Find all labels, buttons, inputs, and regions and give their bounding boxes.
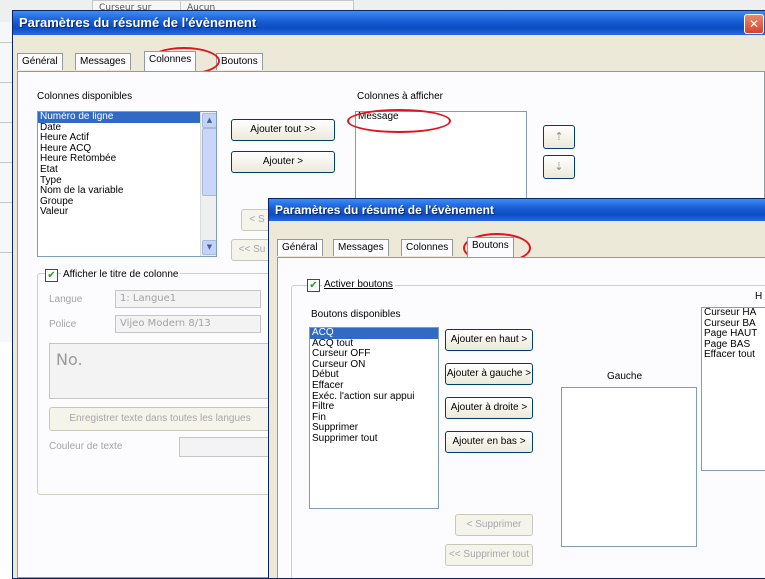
annotation-circle (347, 109, 451, 133)
text-color-picker[interactable] (179, 437, 271, 457)
add-top-button[interactable]: Ajouter en haut > (445, 329, 533, 351)
tab-columns[interactable]: Colonnes (144, 51, 197, 71)
tab-buttons[interactable]: Boutons (467, 237, 514, 257)
dialog-title[interactable]: Paramètres du résumé de l'évènement (13, 11, 765, 35)
move-up-icon[interactable]: ⇡ (543, 125, 575, 149)
language-label: Langue (49, 294, 83, 305)
activate-buttons-label: Activer boutons (322, 279, 395, 290)
font-label: Police (49, 319, 77, 330)
activate-buttons-checkbox[interactable]: ✔ (307, 279, 320, 292)
font-select[interactable]: Vijeo Modern 8/13 (115, 315, 261, 333)
language-select[interactable]: 1: Langue1 (115, 290, 261, 308)
add-left-button[interactable]: Ajouter à gauche > (445, 363, 533, 385)
add-right-button[interactable]: Ajouter à droite > (445, 397, 533, 419)
dialog-title-text: Paramètres du résumé de l'évènement (275, 203, 494, 217)
list-item[interactable]: Heure Retombée (38, 154, 216, 165)
close-icon[interactable]: ✕ (744, 14, 764, 34)
list-item[interactable]: Numéro de ligne (38, 112, 216, 123)
tab-general[interactable]: Général (17, 53, 63, 70)
scroll-up-icon[interactable]: ▲ (202, 113, 216, 128)
list-item[interactable]: Curseur HA (702, 308, 765, 319)
top-label: H (755, 291, 763, 302)
available-buttons-list[interactable]: ACQ ACQ tout Curseur OFF Curseur ON Débu… (309, 327, 439, 509)
list-item[interactable]: Filtre (310, 402, 438, 413)
remove-all-button[interactable]: << Su (231, 239, 273, 261)
tab-general[interactable]: Général (277, 239, 323, 256)
left-label: Gauche (607, 371, 643, 382)
tab-bar: Général Messages Colonnes Boutons (17, 51, 317, 71)
list-item[interactable]: ACQ (310, 328, 438, 339)
show-title-label: Afficher le titre de colonne (61, 269, 181, 280)
add-button[interactable]: Ajouter > (231, 151, 335, 173)
available-columns-label: Colonnes disponibles (37, 91, 133, 102)
list-item[interactable]: Supprimer tout (310, 433, 438, 445)
remove-button[interactable]: < Supprimer (455, 514, 533, 536)
list-item[interactable]: Effacer tout (702, 350, 765, 361)
list-item[interactable]: Effacer (310, 380, 438, 392)
shown-columns-label: Colonnes à afficher (357, 91, 443, 102)
scroll-down-icon[interactable]: ▼ (202, 240, 216, 255)
remove-all-button[interactable]: << Supprimer tout (445, 544, 533, 566)
top-buttons-list[interactable]: Curseur HA Curseur BA Page HAUT Page BAS… (701, 307, 765, 471)
available-columns-list[interactable]: Numéro de ligne Date Heure Actif Heure A… (37, 111, 217, 257)
available-buttons-label: Boutons disponibles (311, 309, 401, 320)
list-item[interactable]: Etat (38, 164, 216, 176)
move-down-icon[interactable]: ⇣ (543, 155, 575, 179)
dialog-title-text: Paramètres du résumé de l'évènement (19, 15, 257, 30)
tab-messages[interactable]: Messages (333, 239, 389, 256)
tab-messages[interactable]: Messages (75, 53, 131, 70)
scroll-thumb[interactable] (202, 128, 216, 196)
scrollbar[interactable]: ▲ ▼ (200, 112, 216, 256)
text-color-label: Couleur de texte (49, 441, 123, 452)
add-bottom-button[interactable]: Ajouter en bas > (445, 431, 533, 453)
list-item[interactable]: Valeur (38, 207, 216, 218)
save-all-languages-button[interactable]: Enregistrer texte dans toutes les langue… (49, 407, 271, 431)
tab-columns[interactable]: Colonnes (401, 239, 454, 256)
tab-bar: Général Messages Colonnes Boutons (277, 237, 537, 257)
left-buttons-list[interactable] (561, 387, 697, 547)
dialog-buttons: Paramètres du résumé de l'évènement Géné… (268, 198, 765, 579)
tab-buttons[interactable]: Boutons (216, 53, 263, 70)
show-title-checkbox[interactable]: ✔ (45, 269, 58, 282)
preview-text: No. (49, 343, 269, 399)
dialog-title[interactable]: Paramètres du résumé de l'évènement (269, 199, 765, 221)
add-all-button[interactable]: Ajouter tout >> (231, 119, 335, 141)
